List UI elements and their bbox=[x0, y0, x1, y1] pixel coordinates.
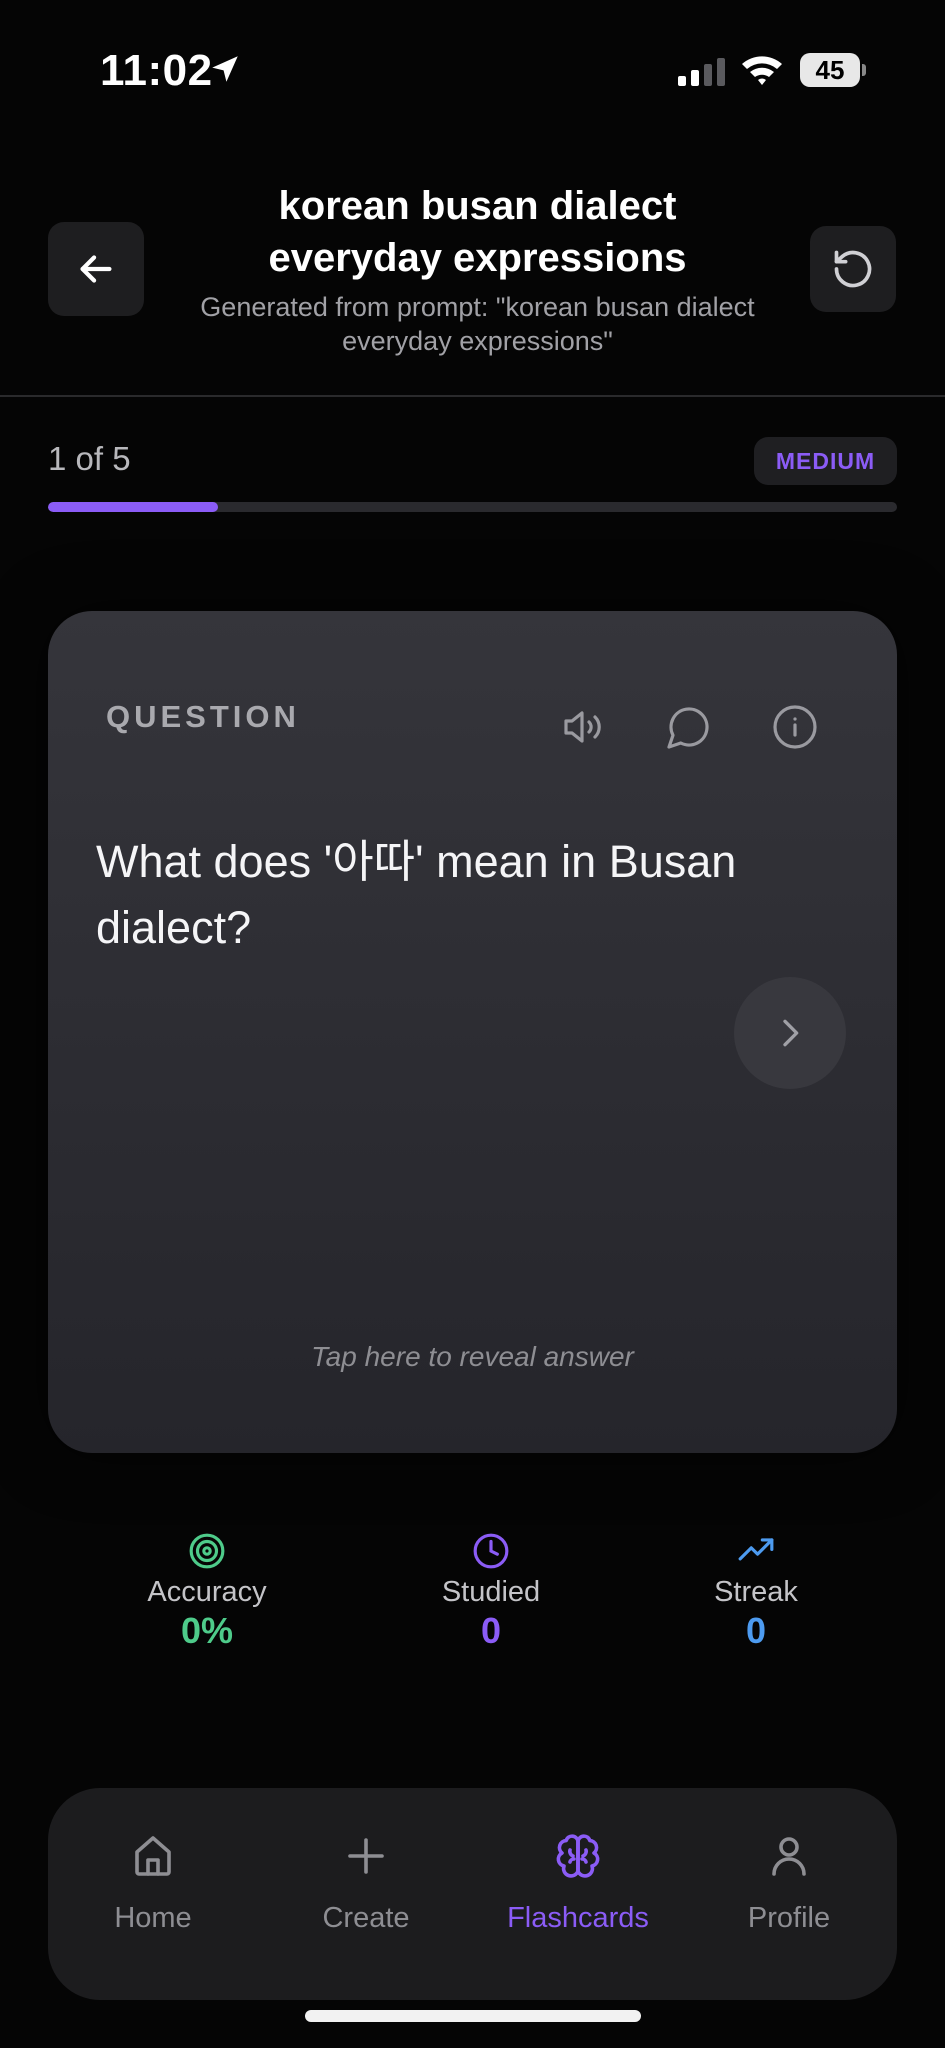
target-icon bbox=[189, 1533, 225, 1569]
progress-bar bbox=[48, 502, 897, 512]
next-card-button[interactable] bbox=[734, 977, 846, 1089]
rotate-ccw-icon bbox=[834, 250, 872, 288]
tab-profile-label: Profile bbox=[747, 1902, 831, 1934]
studied-stat: Studied 0 bbox=[381, 1532, 601, 1652]
arrow-left-icon bbox=[80, 255, 112, 283]
home-indicator[interactable] bbox=[305, 2010, 641, 2022]
deck-title: korean busan dialect everyday expression… bbox=[268, 184, 687, 280]
location-arrow-icon bbox=[212, 56, 238, 82]
tab-home[interactable]: Home bbox=[58, 1832, 248, 1935]
info-icon[interactable] bbox=[771, 703, 819, 751]
studied-value: 0 bbox=[480, 1610, 502, 1651]
reveal-hint: Tap here to reveal answer bbox=[311, 1341, 634, 1372]
studied-label: Studied bbox=[441, 1576, 541, 1608]
accuracy-label: Accuracy bbox=[147, 1576, 267, 1608]
home-icon bbox=[135, 1836, 171, 1876]
tab-flashcards[interactable]: Flashcards bbox=[483, 1832, 673, 1935]
streak-value: 0 bbox=[745, 1610, 767, 1651]
chevron-right-icon bbox=[783, 1019, 799, 1047]
restart-button[interactable] bbox=[810, 226, 896, 312]
battery-indicator: 45 bbox=[800, 53, 866, 87]
accuracy-stat: Accuracy 0% bbox=[97, 1532, 317, 1652]
wifi-icon bbox=[742, 56, 782, 85]
flashcard[interactable]: QUESTION What does '아따' mean in Busan di… bbox=[48, 611, 897, 1453]
accuracy-value: 0% bbox=[180, 1610, 234, 1651]
tab-create[interactable]: Create bbox=[271, 1832, 461, 1935]
tab-profile[interactable]: Profile bbox=[694, 1832, 884, 1935]
status-bar: 11:02 45 bbox=[0, 0, 945, 140]
question-text: What does '아따' mean in Busan dialect? bbox=[96, 836, 737, 953]
status-time: 11:02 bbox=[100, 46, 213, 95]
streak-stat: Streak 0 bbox=[646, 1532, 866, 1652]
plus-icon bbox=[348, 1838, 384, 1874]
back-button[interactable] bbox=[48, 222, 144, 316]
speaker-icon[interactable] bbox=[558, 703, 606, 751]
cellular-signal-icon bbox=[678, 58, 725, 86]
tab-create-label: Create bbox=[322, 1902, 410, 1934]
difficulty-badge: MEDIUM bbox=[754, 437, 897, 485]
streak-label: Streak bbox=[714, 1576, 798, 1608]
card-side-label: QUESTION bbox=[106, 699, 300, 734]
user-icon bbox=[772, 1837, 806, 1876]
bottom-tab-bar: Home Create Flashcards Profile bbox=[48, 1788, 897, 2000]
clock-icon bbox=[473, 1533, 509, 1569]
trending-up-icon bbox=[738, 1538, 774, 1561]
comment-icon[interactable] bbox=[665, 703, 713, 751]
deck-subtitle: Generated from prompt: "korean busan dia… bbox=[200, 292, 755, 356]
battery-level: 45 bbox=[815, 55, 845, 85]
tab-home-label: Home bbox=[114, 1902, 192, 1934]
tab-flashcards-label: Flashcards bbox=[507, 1902, 649, 1934]
progress-bar-fill bbox=[48, 502, 218, 512]
progress-counter: 1 of 5 bbox=[48, 440, 131, 477]
header-divider bbox=[0, 395, 945, 397]
brain-icon bbox=[556, 1834, 600, 1878]
